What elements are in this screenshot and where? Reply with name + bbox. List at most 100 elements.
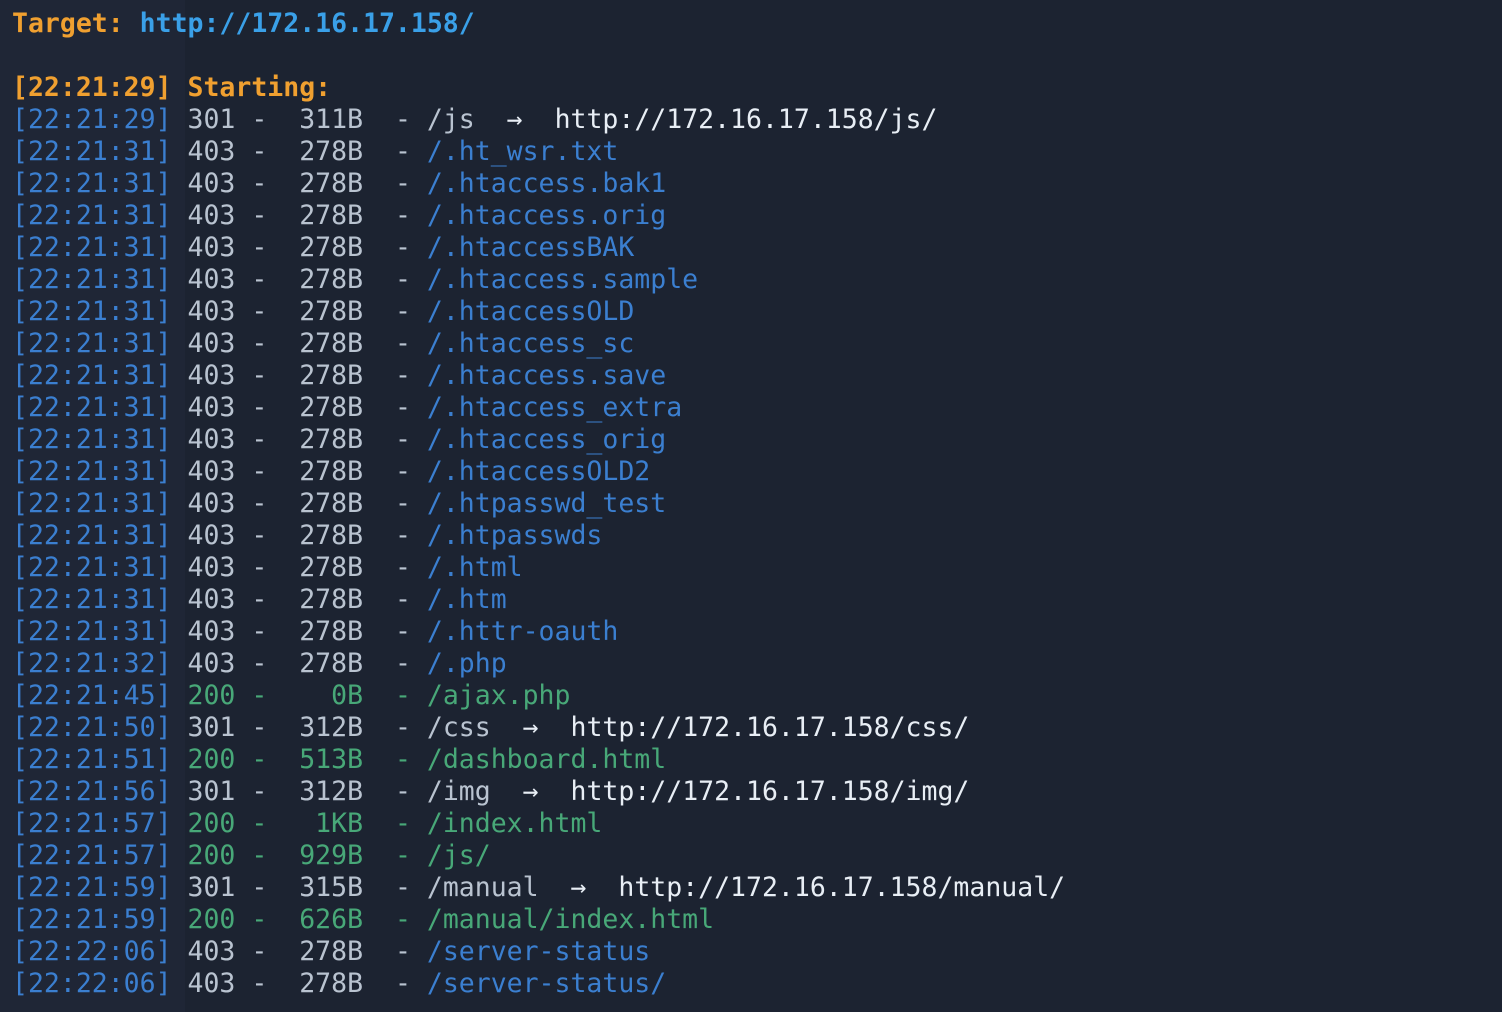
row-size: 278B <box>283 488 364 519</box>
row-path[interactable]: /.html <box>427 552 523 583</box>
row-path[interactable]: /.htaccess.sample <box>427 264 698 295</box>
result-row: [22:21:31] 403 - 278B - /.htaccess.save <box>12 360 667 391</box>
row-status-code: 301 <box>187 776 236 807</box>
row-status-code: 403 <box>187 136 236 167</box>
row-status-code: 403 <box>187 424 236 455</box>
row-size: 0B <box>283 680 364 711</box>
row-path[interactable]: /.htaccess_orig <box>427 424 666 455</box>
redirect-arrow-icon: → <box>506 104 523 135</box>
row-redirect-url[interactable]: http://172.16.17.158/js/ <box>555 104 938 135</box>
row-timestamp: [22:21:31] <box>12 456 172 487</box>
result-row: [22:21:31] 403 - 278B - /.html <box>12 552 523 583</box>
row-path[interactable]: /manual/index.html <box>427 904 714 935</box>
row-redirect-url[interactable]: http://172.16.17.158/manual/ <box>618 872 1065 903</box>
row-status-code: 200 <box>187 744 236 775</box>
row-status-code: 301 <box>187 104 236 135</box>
row-timestamp: [22:22:06] <box>12 936 172 967</box>
row-timestamp: [22:21:31] <box>12 136 172 167</box>
row-size: 513B <box>283 744 364 775</box>
starting-label: Starting: <box>187 72 332 103</box>
result-row: [22:21:31] 403 - 278B - /.htpasswd_test <box>12 488 667 519</box>
row-path[interactable]: /.htaccessBAK <box>427 232 634 263</box>
row-path[interactable]: /server-status <box>427 936 650 967</box>
row-redirect-url[interactable]: http://172.16.17.158/img/ <box>571 776 970 807</box>
row-path[interactable]: /index.html <box>427 808 603 839</box>
result-row: [22:21:31] 403 - 278B - /.ht_wsr.txt <box>12 136 619 167</box>
row-path[interactable]: /.htaccessOLD2 <box>427 456 650 487</box>
row-path[interactable]: /server-status/ <box>427 968 666 999</box>
row-path[interactable]: /.htaccess.save <box>427 360 666 391</box>
row-status-code: 403 <box>187 360 236 391</box>
result-row: [22:21:31] 403 - 278B - /.htpasswds <box>12 520 603 551</box>
row-timestamp: [22:21:57] <box>12 808 172 839</box>
row-timestamp: [22:21:32] <box>12 648 172 679</box>
row-status-code: 403 <box>187 456 236 487</box>
result-row: [22:21:31] 403 - 278B - /.htaccess.orig <box>12 200 667 231</box>
starting-line: [22:21:29] Starting: <box>12 72 1502 104</box>
row-path[interactable]: /img <box>427 776 491 807</box>
row-path[interactable]: /.htaccessOLD <box>427 296 634 327</box>
row-status-code: 200 <box>187 680 236 711</box>
row-timestamp: [22:21:59] <box>12 904 172 935</box>
terminal-window[interactable]: Target: http://172.16.17.158/ [22:21:29]… <box>0 0 1502 1012</box>
row-size: 278B <box>283 264 364 295</box>
row-path[interactable]: /manual <box>427 872 539 903</box>
row-path[interactable]: /dashboard.html <box>427 744 666 775</box>
row-path[interactable]: /.ht_wsr.txt <box>427 136 618 167</box>
row-timestamp: [22:21:31] <box>12 488 172 519</box>
result-row: [22:21:31] 403 - 278B - /.httr-oauth <box>12 616 619 647</box>
result-row: [22:21:31] 403 - 278B - /.htm <box>12 584 507 615</box>
row-path[interactable]: /.htaccess.bak1 <box>427 168 666 199</box>
row-size: 311B <box>283 104 364 135</box>
row-status-code: 403 <box>187 392 236 423</box>
row-size: 1KB <box>283 808 364 839</box>
row-timestamp: [22:21:56] <box>12 776 172 807</box>
row-path[interactable]: /css <box>427 712 491 743</box>
row-size: 278B <box>283 648 364 679</box>
result-row: [22:21:31] 403 - 278B - /.htaccessOLD <box>12 296 635 327</box>
target-line: Target: http://172.16.17.158/ <box>12 8 1502 40</box>
row-timestamp: [22:21:31] <box>12 168 172 199</box>
result-row: [22:21:31] 403 - 278B - /.htaccessOLD2 <box>12 456 651 487</box>
row-size: 278B <box>283 456 364 487</box>
terminal-output: Target: http://172.16.17.158/ [22:21:29]… <box>12 8 1502 1000</box>
result-row: [22:21:31] 403 - 278B - /.htaccess_orig <box>12 424 667 455</box>
row-status-code: 403 <box>187 328 236 359</box>
row-size: 278B <box>283 392 364 423</box>
row-size: 278B <box>283 552 364 583</box>
row-path[interactable]: /js/ <box>427 840 491 871</box>
row-path[interactable]: /.php <box>427 648 507 679</box>
result-row: [22:21:51] 200 - 513B - /dashboard.html <box>12 744 667 775</box>
result-row: [22:21:50] 301 - 312B - /css → http://17… <box>12 712 970 743</box>
result-row: [22:21:31] 403 - 278B - /.htaccess.bak1 <box>12 168 667 199</box>
row-path[interactable]: /.htm <box>427 584 507 615</box>
row-size: 312B <box>283 776 364 807</box>
result-row: [22:22:06] 403 - 278B - /server-status/ <box>12 968 667 999</box>
row-path[interactable]: /.htaccess_extra <box>427 392 682 423</box>
row-path[interactable]: /.htaccess.orig <box>427 200 666 231</box>
row-path[interactable]: /.htpasswd_test <box>427 488 666 519</box>
row-status-code: 403 <box>187 584 236 615</box>
redirect-arrow-icon: → <box>522 712 539 743</box>
starting-timestamp: [22:21:29] <box>12 72 172 103</box>
row-status-code: 403 <box>187 168 236 199</box>
target-url: http://172.16.17.158/ <box>139 8 475 39</box>
row-path[interactable]: /.httr-oauth <box>427 616 618 647</box>
row-status-code: 403 <box>187 968 236 999</box>
row-status-code: 200 <box>187 840 236 871</box>
row-timestamp: [22:21:31] <box>12 616 172 647</box>
row-timestamp: [22:21:31] <box>12 264 172 295</box>
row-path[interactable]: /js <box>427 104 475 135</box>
row-path[interactable]: /.htaccess_sc <box>427 328 634 359</box>
row-path[interactable]: /ajax.php <box>427 680 571 711</box>
row-status-code: 403 <box>187 488 236 519</box>
row-size: 278B <box>283 328 364 359</box>
row-path[interactable]: /.htpasswds <box>427 520 603 551</box>
result-row: [22:21:56] 301 - 312B - /img → http://17… <box>12 776 970 807</box>
row-redirect-url[interactable]: http://172.16.17.158/css/ <box>571 712 970 743</box>
row-size: 278B <box>283 616 364 647</box>
result-row: [22:21:31] 403 - 278B - /.htaccess.sampl… <box>12 264 699 295</box>
result-row: [22:21:59] 200 - 626B - /manual/index.ht… <box>12 904 715 935</box>
row-timestamp: [22:21:31] <box>12 520 172 551</box>
